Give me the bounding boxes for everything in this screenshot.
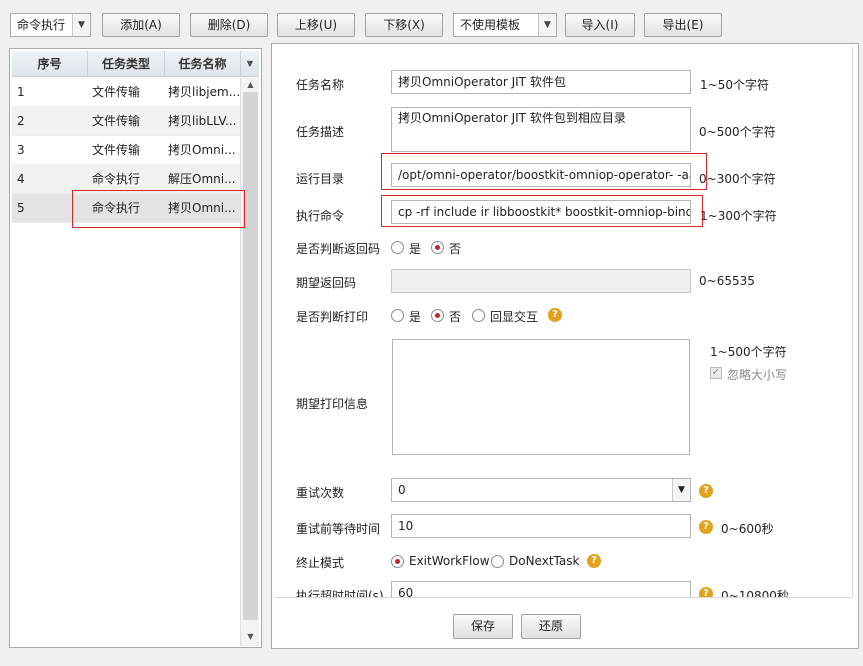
check-return-no-radio[interactable] <box>431 241 444 254</box>
command-label: 执行命令 <box>296 209 345 223</box>
chevron-down-icon: ▼ <box>72 14 90 36</box>
expected-code-input[interactable] <box>391 269 691 293</box>
import-button[interactable]: 导入(I) <box>565 13 635 37</box>
check-print-no-label: 否 <box>449 310 462 324</box>
row-no: 4 <box>17 172 25 186</box>
row-type: 命令执行 <box>92 172 141 186</box>
help-icon[interactable]: ? <box>587 554 601 568</box>
retry-count-label: 重试次数 <box>296 486 345 500</box>
command-input[interactable]: cp -rf include ir libboostkit* boostkit-… <box>391 200 691 224</box>
check-return-no-label: 否 <box>449 242 462 256</box>
help-icon[interactable]: ? <box>699 520 713 534</box>
row-type: 文件传输 <box>92 114 141 128</box>
check-print-label: 是否判断打印 <box>296 310 369 324</box>
row-name: 拷贝Omni... <box>168 201 236 215</box>
stop-mode-label: 终止模式 <box>296 556 345 570</box>
task-desc-textarea[interactable]: 拷贝OmniOperator JIT 软件包到相应目录 <box>391 107 691 152</box>
check-print-yes-radio[interactable] <box>391 309 404 322</box>
expected-code-label: 期望返回码 <box>296 276 357 290</box>
column-header-name[interactable]: 任务名称 <box>165 51 241 77</box>
double-chevron-down-icon[interactable]: ⩔ <box>241 51 259 77</box>
help-icon[interactable]: ? <box>699 484 713 498</box>
stop-mode-next-label: DoNextTask <box>509 554 580 568</box>
column-header-no[interactable]: 序号 <box>12 51 88 77</box>
expected-print-textarea[interactable] <box>392 339 690 455</box>
stop-mode-next-radio[interactable] <box>491 555 504 568</box>
row-no: 2 <box>17 114 25 128</box>
chevron-down-icon: ▼ <box>672 479 690 501</box>
expected-code-hint: 0~65535 <box>699 274 755 288</box>
delete-button[interactable]: 删除(D) <box>190 13 268 37</box>
row-no: 5 <box>17 201 25 215</box>
timeout-label: 执行超时时间(s) <box>296 589 384 598</box>
task-name-label: 任务名称 <box>296 78 345 92</box>
task-name-hint: 1~50个字符 <box>700 78 769 92</box>
row-type: 命令执行 <box>92 201 141 215</box>
task-desc-hint: 0~500个字符 <box>699 125 776 139</box>
run-dir-label: 运行目录 <box>296 172 345 186</box>
run-dir-input[interactable]: /opt/omni-operator/boostkit-omniop-opera… <box>391 163 691 187</box>
row-type: 文件传输 <box>92 85 141 99</box>
task-desc-label: 任务描述 <box>296 125 345 139</box>
row-no: 1 <box>17 85 25 99</box>
mode-select[interactable]: 命令执行 ▼ <box>10 13 91 37</box>
save-button[interactable]: 保存 <box>453 614 513 639</box>
task-list-panel: 序号 任务类型 任务名称 ⩔ 1 文件传输 拷贝libjem... 2 文件传输… <box>9 48 262 648</box>
row-type: 文件传输 <box>92 143 141 157</box>
check-print-echo-radio[interactable] <box>472 309 485 322</box>
restore-button[interactable]: 还原 <box>521 614 581 639</box>
timeout-hint: 0~10800秒 <box>721 589 789 598</box>
retry-wait-input[interactable]: 10 <box>391 514 691 538</box>
row-name: 拷贝Omni... <box>168 143 236 157</box>
task-detail-panel: 任务名称 拷贝OmniOperator JIT 软件包 1~50个字符 任务描述… <box>271 43 859 649</box>
check-print-echo-label: 回显交互 <box>490 310 539 324</box>
scrollbar-thumb[interactable] <box>243 92 258 620</box>
ignore-case-checkbox[interactable]: ✓ <box>710 367 722 379</box>
mode-select-value: 命令执行 <box>17 18 66 32</box>
check-print-no-radio[interactable] <box>431 309 444 322</box>
table-row[interactable]: 3 文件传输 拷贝Omni... <box>12 136 240 165</box>
table-row[interactable]: 4 命令执行 解压Omni... <box>12 165 240 194</box>
check-return-yes-label: 是 <box>409 242 422 256</box>
row-name: 拷贝libLLV... <box>168 114 237 128</box>
row-name: 解压Omni... <box>168 172 236 186</box>
task-list-scrollbar[interactable]: ▲ ▼ <box>240 78 259 646</box>
chevron-down-icon: ▼ <box>538 14 556 36</box>
move-down-button[interactable]: 下移(X) <box>365 13 443 37</box>
ignore-case-label: 忽略大小写 <box>727 368 788 382</box>
arrow-up-icon[interactable]: ▲ <box>241 78 260 92</box>
retry-count-select[interactable]: 0 ▼ <box>391 478 691 502</box>
template-select[interactable]: 不使用模板 ▼ <box>453 13 557 37</box>
help-icon[interactable]: ? <box>699 587 713 597</box>
add-button[interactable]: 添加(A) <box>102 13 180 37</box>
command-hint: 1~300个字符 <box>700 209 777 223</box>
row-no: 3 <box>17 143 25 157</box>
retry-wait-hint: 0~600秒 <box>721 522 774 536</box>
table-row[interactable]: 2 文件传输 拷贝libLLV... <box>12 107 240 136</box>
run-dir-hint: 0~300个字符 <box>699 172 776 186</box>
retry-count-value: 0 <box>398 483 406 497</box>
retry-wait-label: 重试前等待时间 <box>296 522 381 536</box>
stop-mode-exit-radio[interactable] <box>391 555 404 568</box>
timeout-input[interactable]: 60 <box>391 581 691 597</box>
export-button[interactable]: 导出(E) <box>644 13 722 37</box>
check-return-yes-radio[interactable] <box>391 241 404 254</box>
task-form: 任务名称 拷贝OmniOperator JIT 软件包 1~50个字符 任务描述… <box>275 47 853 598</box>
help-icon[interactable]: ? <box>548 308 562 322</box>
expected-print-hint: 1~500个字符 <box>710 345 787 359</box>
template-select-value: 不使用模板 <box>460 18 521 32</box>
task-name-input[interactable]: 拷贝OmniOperator JIT 软件包 <box>391 70 691 94</box>
check-return-label: 是否判断返回码 <box>296 242 381 256</box>
column-header-type[interactable]: 任务类型 <box>88 51 165 77</box>
stop-mode-exit-label: ExitWorkFlow <box>409 554 490 568</box>
row-name: 拷贝libjem... <box>168 85 240 99</box>
table-row-selected[interactable]: 5 命令执行 拷贝Omni... <box>12 194 240 223</box>
table-row[interactable]: 1 文件传输 拷贝libjem... <box>12 78 240 107</box>
task-list-header: 序号 任务类型 任务名称 ⩔ <box>12 51 259 77</box>
move-up-button[interactable]: 上移(U) <box>277 13 355 37</box>
check-print-yes-label: 是 <box>409 310 422 324</box>
arrow-down-icon[interactable]: ▼ <box>241 630 260 644</box>
expected-print-label: 期望打印信息 <box>296 397 369 411</box>
